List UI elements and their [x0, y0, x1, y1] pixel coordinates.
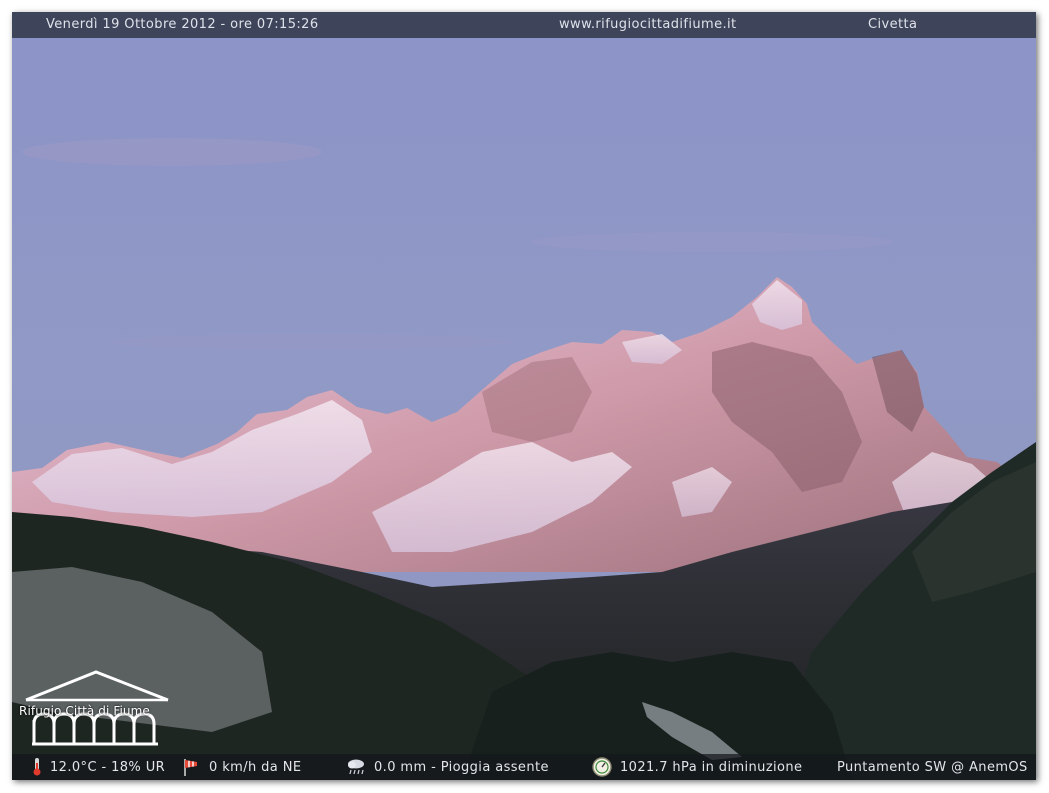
pressure-reading: 1021.7 hPa in diminuzione: [620, 760, 803, 775]
windsock-icon: [184, 759, 197, 776]
mountain-scene: [12, 12, 1036, 780]
barometer-icon: [592, 757, 612, 777]
location-label: Civetta: [868, 17, 918, 32]
thermometer-icon: [33, 758, 41, 776]
logo-text: Rifugio Città di Fiume: [19, 704, 150, 718]
wind-reading: 0 km/h da NE: [209, 760, 302, 775]
orientation-label: Puntamento SW @ AnemOS: [837, 760, 1028, 775]
webcam-frame: Venerdì 19 Ottobre 2012 - ore 07:15:26 w…: [12, 12, 1036, 780]
datetime-label: Venerdì 19 Ottobre 2012 - ore 07:15:26: [46, 17, 319, 32]
temperature-humidity: 12.0°C - 18% UR: [50, 760, 166, 775]
top-info-bar: Venerdì 19 Ottobre 2012 - ore 07:15:26 w…: [12, 12, 1036, 38]
rain-cloud-icon: [348, 759, 364, 775]
rain-reading: 0.0 mm - Pioggia assente: [374, 760, 549, 775]
sensor-bar: 12.0°C - 18% UR 0 km/h da NE 0.0 mm - Pi…: [12, 754, 1036, 780]
website-label: www.rifugiocittadifiume.it: [559, 17, 737, 32]
